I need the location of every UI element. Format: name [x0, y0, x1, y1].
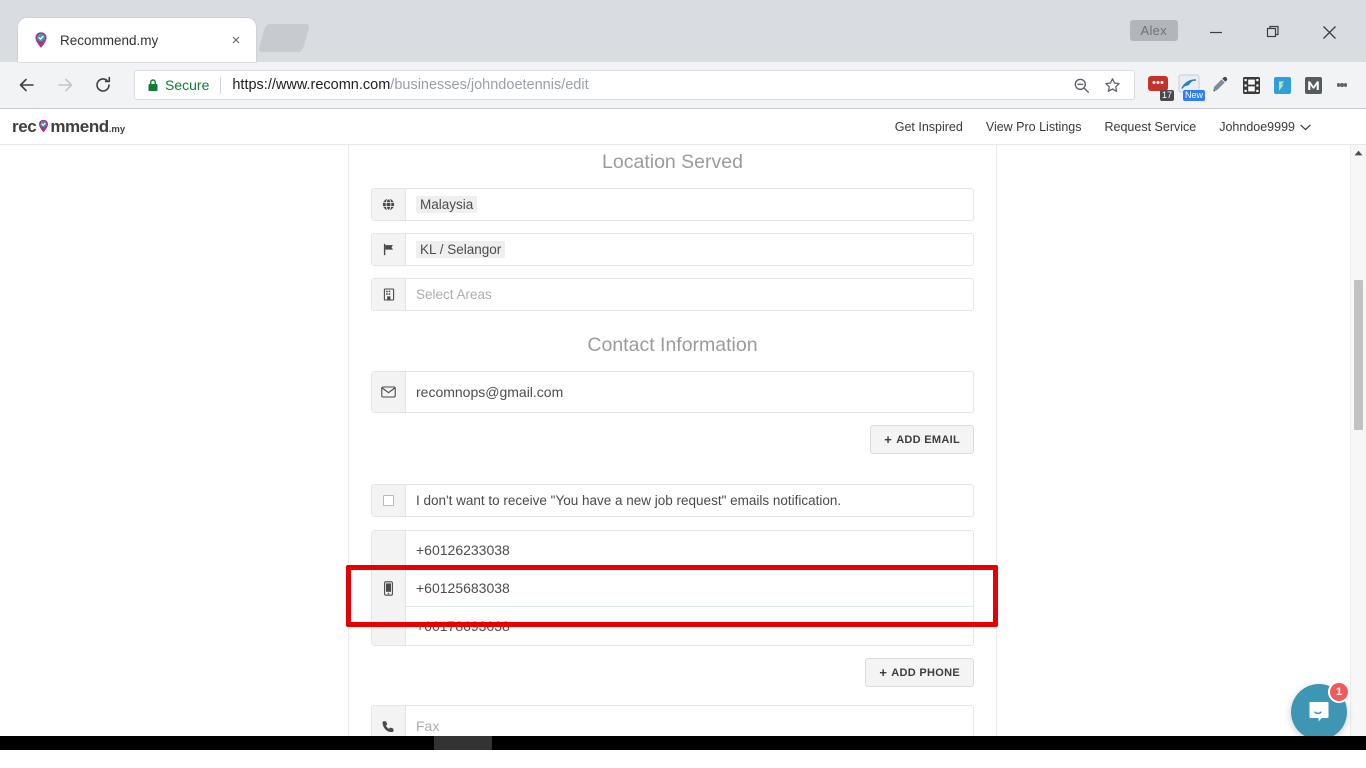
plus-glyph: + [879, 665, 888, 680]
envelope-icon [372, 372, 406, 412]
tab-close-icon[interactable]: × [226, 30, 246, 50]
zoom-out-icon[interactable] [1066, 77, 1097, 94]
add-phone-button[interactable]: + ADD PHONE [865, 658, 974, 687]
screen-recorder-extension[interactable] [1236, 70, 1266, 100]
state-value: KL / Selangor [416, 241, 506, 258]
url-scheme: https://www.recomn.com [232, 77, 391, 93]
logo-pin-icon [37, 118, 50, 132]
lock-icon [147, 78, 159, 92]
checkbox-box[interactable] [383, 495, 394, 506]
kebab-menu-icon[interactable] [1328, 70, 1356, 100]
phone-input-2[interactable]: +60125683038 [406, 569, 973, 607]
chevron-down-icon [1300, 120, 1311, 134]
logo-tld: .my [108, 123, 126, 135]
site-logo[interactable]: rec mmend .my [12, 117, 125, 137]
omnibox-divider [220, 76, 222, 94]
scrollbar-thumb[interactable] [1354, 280, 1363, 430]
intercom-unread-badge: 1 [1328, 681, 1350, 703]
forward-arrow-icon [48, 68, 82, 102]
add-phone-label: ADD PHONE [891, 666, 960, 679]
extension-toolbar: 17 New [1143, 70, 1328, 101]
evernote-clipper-extension[interactable]: New [1174, 70, 1205, 101]
plus-glyph: + [884, 432, 893, 447]
areas-placeholder: Select Areas [416, 287, 492, 302]
scroll-up-arrow[interactable] [1351, 145, 1366, 161]
page-scrollbar[interactable] [1350, 145, 1366, 768]
bottom-white-strip [0, 750, 1366, 768]
url-path: /businesses/johndoetennis/edit [390, 77, 589, 93]
browser-toolbar: Secure https://www.recomn.com/businesses… [0, 62, 1366, 109]
browser-tab[interactable]: Recommend.my × [18, 18, 256, 62]
email-optout-label: I don't want to receive "You have a new … [416, 493, 842, 508]
site-navigation: Get Inspired View Pro Listings Request S… [895, 120, 1311, 134]
phone-group: +60126233038 +60125683038 +60178693038 [371, 530, 974, 646]
user-name: Johndoe9999 [1219, 119, 1295, 134]
business-edit-form: Location Served Malaysia KL / Selangor S… [349, 145, 996, 768]
bottom-black-bar [0, 736, 1366, 750]
window-maximize-button[interactable] [1250, 16, 1296, 48]
mailtrack-extension[interactable] [1298, 70, 1328, 100]
phone-list: +60126233038 +60125683038 +60178693038 [406, 531, 973, 645]
ublock-origin-extension[interactable]: 17 [1143, 70, 1174, 101]
color-picker-extension[interactable] [1205, 70, 1235, 100]
feedly-extension[interactable] [1267, 70, 1297, 100]
ublock-badge: 17 [1159, 90, 1174, 101]
add-email-label: ADD EMAIL [896, 433, 960, 446]
content-right-divider [996, 145, 997, 768]
back-arrow-icon[interactable] [10, 68, 44, 102]
bottom-bar-block [434, 736, 492, 750]
state-value-wrap: KL / Selangor [406, 234, 973, 265]
new-tab-button[interactable] [257, 24, 311, 52]
section-title-location-served: Location Served [602, 151, 743, 173]
state-field[interactable]: KL / Selangor [371, 233, 974, 266]
page-viewport: rec mmend .my Get Inspired View Pro List… [0, 109, 1366, 768]
phone-input-3[interactable]: +60178693038 [406, 607, 973, 645]
email-value: recomnops@gmail.com [416, 384, 564, 400]
section-title-contact-information: Contact Information [587, 334, 758, 356]
profile-chip[interactable]: Alex [1129, 20, 1178, 41]
checkbox-icon[interactable] [372, 485, 406, 516]
recommend-pin-icon [32, 31, 50, 49]
mobile-phone-icon [372, 531, 406, 645]
add-email-button[interactable]: + ADD EMAIL [870, 425, 974, 454]
evernote-badge: New [1182, 90, 1205, 101]
globe-icon [372, 189, 406, 220]
url-text: https://www.recomn.com/businesses/johndo… [232, 77, 1066, 93]
nav-view-pro-listings[interactable]: View Pro Listings [986, 120, 1082, 134]
site-header: rec mmend .my Get Inspired View Pro List… [0, 109, 1366, 145]
browser-window: Recommend.my × Alex Secure https://www.r… [0, 0, 1366, 768]
phone-input-1[interactable]: +60126233038 [406, 531, 973, 569]
add-email-row: + ADD EMAIL [371, 425, 974, 454]
tab-title: Recommend.my [60, 32, 159, 48]
building-icon [372, 279, 406, 310]
country-value: Malaysia [416, 196, 478, 213]
reload-icon[interactable] [86, 68, 120, 102]
email-optout-row[interactable]: I don't want to receive "You have a new … [371, 484, 974, 517]
nav-get-inspired[interactable]: Get Inspired [895, 120, 963, 134]
window-close-button[interactable] [1306, 16, 1352, 48]
logo-suffix: mmend [50, 116, 109, 136]
logo-prefix: rec [12, 116, 37, 136]
nav-request-service[interactable]: Request Service [1105, 120, 1197, 134]
address-bar[interactable]: Secure https://www.recomn.com/businesses… [134, 70, 1135, 100]
areas-field[interactable]: Select Areas [371, 278, 974, 311]
star-icon[interactable] [1097, 77, 1128, 94]
email-field[interactable]: recomnops@gmail.com [371, 371, 974, 413]
flag-icon [372, 234, 406, 265]
add-phone-row: + ADD PHONE [371, 658, 974, 687]
content-area: Location Served Malaysia KL / Selangor S… [0, 145, 1366, 768]
intercom-chat-launcher[interactable]: 1 [1291, 681, 1350, 740]
security-label: Secure [165, 77, 210, 93]
country-value-wrap: Malaysia [406, 189, 973, 220]
user-menu[interactable]: Johndoe9999 [1219, 120, 1311, 134]
window-minimize-button[interactable] [1193, 16, 1239, 48]
country-field[interactable]: Malaysia [371, 188, 974, 221]
browser-title-bar: Recommend.my × Alex [0, 0, 1366, 62]
